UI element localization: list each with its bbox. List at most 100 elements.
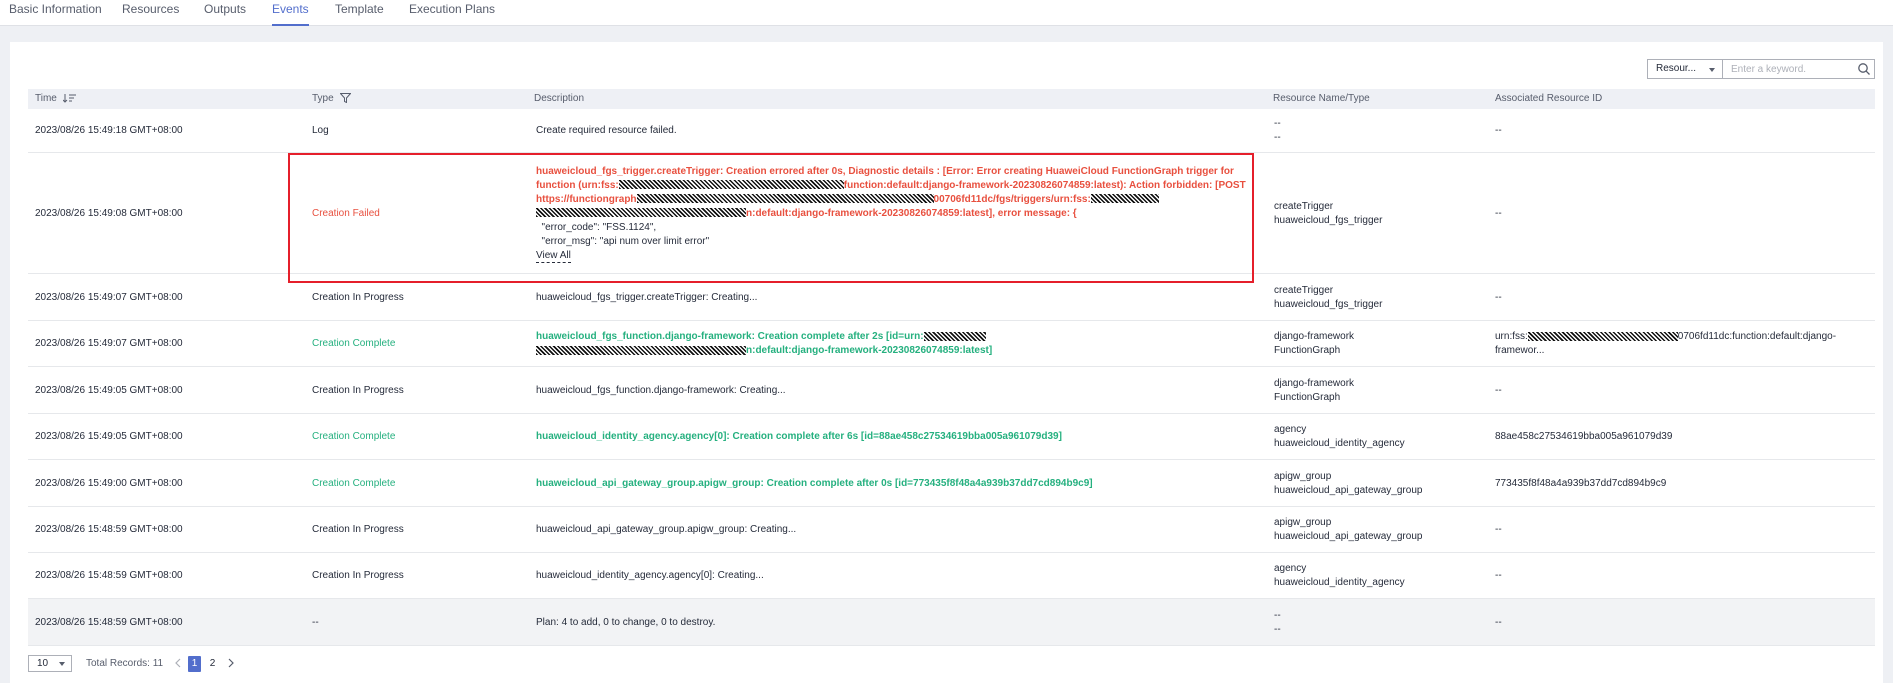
resource-name-type: django-framework FunctionGraph [1274, 321, 1489, 367]
event-time: 2023/08/26 15:49:00 GMT+08:00 [35, 477, 183, 489]
event-time: 2023/08/26 15:48:59 GMT+08:00 [35, 524, 183, 535]
event-description: huaweicloud_fgs_trigger.createTrigger: C… [536, 291, 758, 303]
keyword-search-input[interactable] [1723, 59, 1875, 79]
resource-filter-value: Resour... [1656, 63, 1697, 74]
error-msg-line: "error_msg": "api num over limit error" [536, 235, 710, 247]
table-row: 2023/08/26 15:49:05 GMT+08:00 Creation I… [28, 367, 1875, 414]
sort-icon[interactable] [62, 93, 77, 104]
tab-template[interactable]: Template [335, 0, 384, 24]
tab-basic-information[interactable]: Basic Information [9, 0, 102, 24]
page-size-select[interactable]: 10 [28, 655, 72, 672]
event-time: 2023/08/26 15:48:59 GMT+08:00 [35, 616, 183, 628]
error-line: https://functiongraph 00706fd11dc/fgs/tri… [536, 193, 1271, 207]
resource-type: huaweicloud_fgs_trigger [1274, 214, 1383, 226]
column-header-resource: Resource Name/Type [1273, 93, 1370, 104]
event-description: Plan: 4 to add, 0 to change, 0 to destro… [536, 616, 716, 628]
redacted-block [1090, 194, 1159, 204]
associated-resource-id: -- [1495, 616, 1502, 628]
column-header-time[interactable]: Time [35, 89, 77, 109]
resource-name-type: -- -- [1274, 109, 1489, 153]
chevron-left-icon[interactable] [172, 657, 184, 669]
column-header-type[interactable]: Type [312, 89, 353, 109]
event-time: 2023/08/26 15:49:05 GMT+08:00 [35, 431, 183, 442]
associated-resource-id: -- [1495, 570, 1502, 581]
view-all-link[interactable]: View All [536, 250, 571, 263]
resource-name-type: agency huaweicloud_identity_agency [1274, 553, 1489, 599]
resource-type: FunctionGraph [1274, 391, 1341, 403]
table-row: 2023/08/26 15:48:59 GMT+08:00 Creation I… [28, 507, 1875, 553]
tab-bar: Basic Information Resources Outputs Even… [0, 0, 1893, 26]
page-size-value: 10 [37, 658, 49, 669]
event-description: huaweicloud_fgs_trigger.createTrigger: C… [536, 153, 1271, 274]
event-time: 2023/08/26 15:49:18 GMT+08:00 [35, 125, 183, 136]
chevron-down-icon [59, 662, 65, 666]
table-row: 2023/08/26 15:49:00 GMT+08:00 Creation C… [28, 460, 1875, 507]
event-description: Create required resource failed. [536, 125, 677, 136]
table-row: 2023/08/26 15:49:08 GMT+08:00 Creation F… [28, 153, 1875, 274]
event-type-complete: Creation Complete [312, 477, 396, 489]
page-2-button[interactable]: 2 [206, 656, 219, 672]
table-row: 2023/08/26 15:48:59 GMT+08:00 Creation I… [28, 553, 1875, 599]
table-row: 2023/08/26 15:49:07 GMT+08:00 Creation I… [28, 274, 1875, 321]
event-type: Log [312, 125, 329, 136]
resource-name: -- [1274, 609, 1281, 621]
resource-name: apigw_group [1274, 470, 1332, 482]
redacted-block [536, 208, 746, 218]
event-description: huaweicloud_api_gateway_group.apigw_grou… [536, 477, 1093, 489]
table-row: 2023/08/26 15:49:07 GMT+08:00 Creation C… [28, 321, 1875, 367]
resource-name: django-framework [1274, 331, 1355, 342]
associated-resource-id: -- [1495, 207, 1502, 219]
search-icon[interactable] [1857, 62, 1871, 76]
associated-resource-id: 773435f8f48a4a939b37dd7cd894b9c9 [1495, 477, 1667, 489]
event-type: Creation In Progress [312, 291, 404, 303]
table-row: 2023/08/26 15:49:18 GMT+08:00 Log Create… [28, 109, 1875, 153]
tab-outputs[interactable]: Outputs [204, 0, 246, 24]
associated-resource-id: -- [1495, 125, 1502, 136]
event-description: huaweicloud_identity_agency.agency[0]: C… [536, 570, 764, 581]
column-header-associated-id: Associated Resource ID [1495, 93, 1603, 104]
resource-type: huaweicloud_identity_agency [1274, 438, 1405, 449]
event-time: 2023/08/26 15:49:08 GMT+08:00 [35, 207, 183, 219]
resource-name-type: -- -- [1274, 599, 1489, 646]
event-description: huaweicloud_fgs_function.django-framewor… [536, 331, 993, 356]
resource-name-type: createTrigger huaweicloud_fgs_trigger [1274, 153, 1489, 274]
error-code-line: "error_code": "FSS.1124", [536, 221, 657, 233]
chevron-right-icon[interactable] [225, 657, 237, 669]
event-type: -- [312, 616, 319, 628]
tab-events[interactable]: Events [272, 0, 309, 26]
redacted-block [536, 345, 746, 355]
resource-name: createTrigger [1274, 284, 1334, 296]
event-type: Creation In Progress [312, 384, 404, 396]
resource-type: -- [1274, 623, 1281, 635]
resource-filter-select[interactable]: Resour... [1647, 59, 1723, 79]
associated-resource-id: urn:fss: 0706fd11dc:function:default:djan… [1495, 331, 1837, 356]
resource-name: createTrigger [1274, 200, 1334, 212]
resource-name-type: apigw_group huaweicloud_api_gateway_grou… [1274, 460, 1489, 507]
tab-execution-plans[interactable]: Execution Plans [409, 0, 495, 24]
resource-type: huaweicloud_identity_agency [1274, 577, 1405, 588]
column-header-description: Description [534, 93, 585, 104]
resource-name: -- [1274, 118, 1281, 129]
associated-resource-id: -- [1495, 524, 1502, 535]
resource-name: apigw_group [1274, 517, 1332, 528]
table-header: Time Type Description Resource Name/Type… [28, 89, 1875, 109]
event-type: Creation In Progress [312, 524, 404, 535]
resource-name-type: createTrigger huaweicloud_fgs_trigger [1274, 274, 1489, 321]
table-row: 2023/08/26 15:49:05 GMT+08:00 Creation C… [28, 414, 1875, 460]
redacted-block [618, 180, 844, 190]
tab-resources[interactable]: Resources [122, 0, 179, 24]
event-time: 2023/08/26 15:49:05 GMT+08:00 [35, 384, 183, 396]
resource-type: huaweicloud_api_gateway_group [1274, 531, 1423, 542]
event-description: huaweicloud_api_gateway_group.apigw_grou… [536, 524, 797, 535]
resource-type: huaweicloud_fgs_trigger [1274, 298, 1383, 310]
associated-resource-id: -- [1495, 291, 1502, 303]
resource-type: FunctionGraph [1274, 345, 1341, 356]
page-1-button[interactable]: 1 [188, 656, 201, 672]
total-records: Total Records: 11 [86, 658, 164, 669]
resource-name: django-framework [1274, 377, 1355, 389]
filter-icon[interactable] [339, 93, 353, 104]
resource-name-type: apigw_group huaweicloud_api_gateway_grou… [1274, 507, 1489, 553]
associated-resource-id: -- [1495, 384, 1502, 396]
event-type: Creation In Progress [312, 570, 404, 581]
event-type-complete: Creation Complete [312, 338, 396, 349]
